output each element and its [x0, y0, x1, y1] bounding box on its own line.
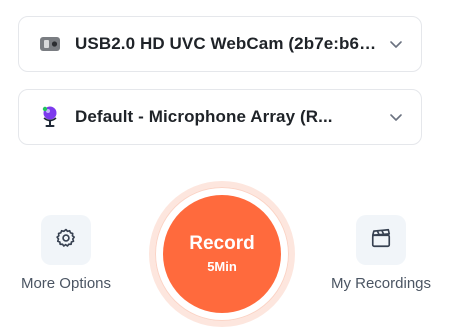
record-ring: Record 5Min: [155, 187, 289, 321]
microphone-select-value: Default - Microphone Array (R...: [75, 107, 333, 126]
record-halo: Record 5Min: [149, 181, 295, 327]
chevron-down-icon: [389, 37, 403, 51]
my-recordings-label: My Recordings: [330, 275, 432, 292]
microphone-icon: [39, 106, 61, 128]
webcam-icon: [39, 33, 61, 55]
record-duration: 5Min: [207, 259, 237, 275]
camera-select[interactable]: USB2.0 HD UVC WebCam (2b7e:b685): [18, 16, 422, 72]
more-options-label: More Options: [20, 275, 112, 292]
my-recordings-tile[interactable]: [356, 215, 406, 265]
clapperboard-icon: [370, 227, 392, 254]
my-recordings-button[interactable]: My Recordings: [329, 215, 433, 292]
record-button[interactable]: Record 5Min: [163, 195, 281, 313]
gear-icon: [55, 227, 77, 254]
more-options-button[interactable]: More Options: [18, 215, 114, 292]
microphone-select[interactable]: Default - Microphone Array (R...: [18, 89, 422, 145]
camera-select-value: USB2.0 HD UVC WebCam (2b7e:b685): [75, 34, 381, 53]
more-options-tile[interactable]: [41, 215, 91, 265]
record-label: Record: [189, 232, 255, 254]
chevron-down-icon: [389, 110, 403, 124]
